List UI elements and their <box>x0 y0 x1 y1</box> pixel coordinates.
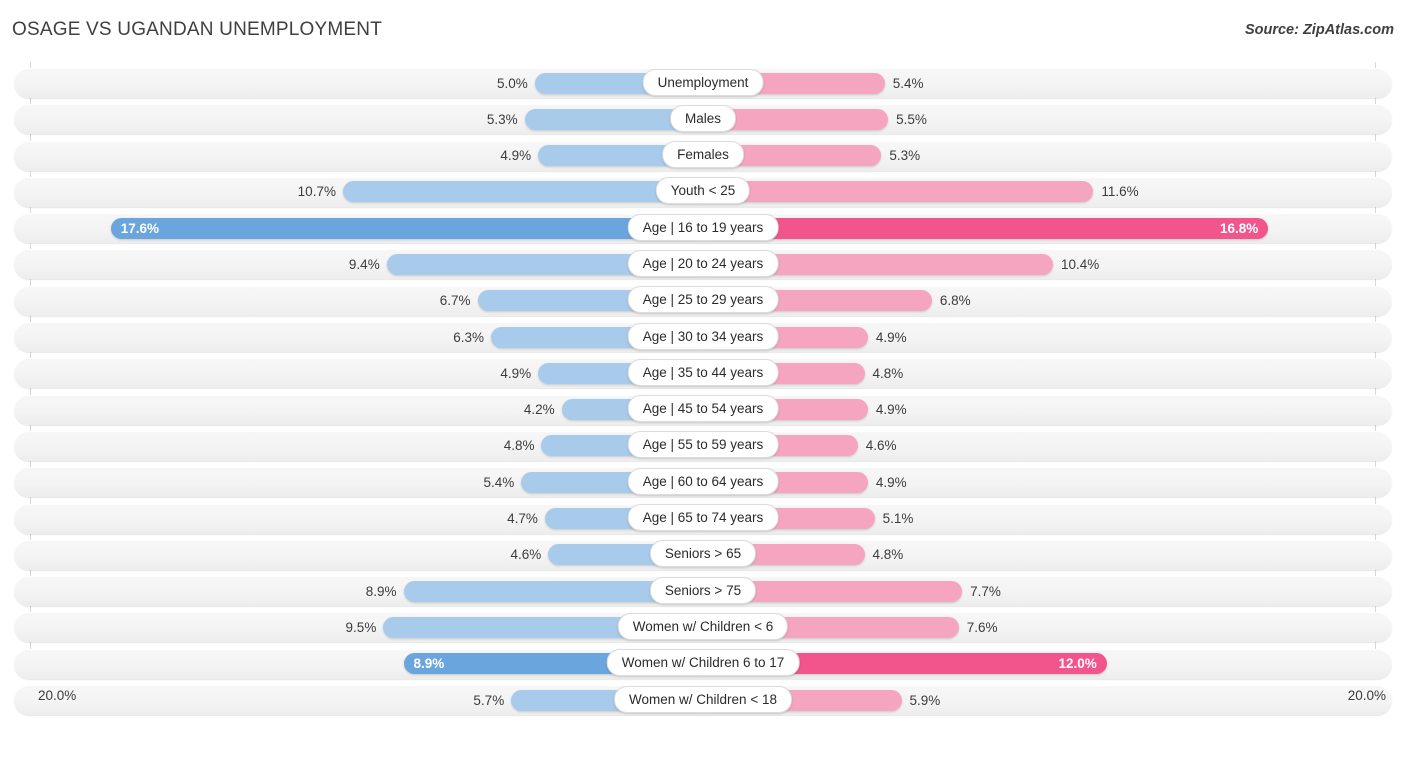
value-label-ugandan: 6.8% <box>939 293 971 309</box>
value-label-ugandan: 7.7% <box>970 583 1001 599</box>
bar-row: 4.7% 5.1% Age | 65 to 74 years <box>0 502 1406 538</box>
value-label-ugandan: 11.6% <box>1101 184 1139 200</box>
category-label: Age | 45 to 54 years <box>627 395 779 423</box>
plot-area: 5.0% 5.4% Unemployment 5.3% 5.5% Males 4.9% 5.3… <box>0 62 1406 717</box>
bar-row: 5.3% 5.5% Males <box>0 102 1406 138</box>
bar-osage <box>342 181 703 203</box>
bar-row: 4.8% 4.6% Age | 55 to 59 years <box>0 429 1406 465</box>
value-label-ugandan: 4.9% <box>875 474 907 490</box>
value-label-ugandan: 5.1% <box>882 511 914 527</box>
value-label-osage: 4.8% <box>503 438 535 454</box>
category-label: Males <box>669 104 737 132</box>
category-label: Women w/ Children < 6 <box>617 612 789 640</box>
value-label-ugandan: 16.8% <box>1220 220 1259 236</box>
value-label-ugandan: 4.9% <box>875 402 907 418</box>
value-label-ugandan: 4.8% <box>872 365 904 381</box>
value-label-osage: 4.9% <box>500 148 532 164</box>
value-label-osage: 9.5% <box>345 619 377 635</box>
bar-row: 4.6% 4.8% Seniors > 65 <box>0 538 1406 574</box>
category-label: Youth < 25 <box>655 177 751 205</box>
category-label: Age | 55 to 59 years <box>627 431 779 459</box>
value-label-osage: 4.2% <box>523 402 555 418</box>
bar-row: 6.7% 6.8% Age | 25 to 29 years <box>0 284 1406 320</box>
bar-row: 17.6% 16.8% Age | 16 to 19 years <box>0 211 1406 247</box>
value-label-ugandan: 7.6% <box>966 619 998 635</box>
value-label-osage: 8.9% <box>413 656 445 672</box>
value-label-osage: 9.4% <box>348 256 380 272</box>
category-label: Age | 20 to 24 years <box>627 249 779 277</box>
bar-rows: 5.0% 5.4% Unemployment 5.3% 5.5% Males 4.9% 5.3… <box>0 66 1406 719</box>
bar-row: 5.4% 4.9% Age | 60 to 64 years <box>0 465 1406 501</box>
value-label-ugandan: 12.0% <box>1058 656 1097 672</box>
bar-row: 8.9% 7.7% Seniors > 75 <box>0 574 1406 610</box>
bar-row: 9.4% 10.4% Age | 20 to 24 years <box>0 247 1406 283</box>
page-title: OSAGE VS UGANDAN UNEMPLOYMENT <box>12 19 383 40</box>
value-label-ugandan: 4.8% <box>872 547 904 563</box>
bar-ugandan <box>703 181 1094 203</box>
value-label-ugandan: 4.9% <box>875 329 907 345</box>
value-label-ugandan: 10.4% <box>1060 256 1100 272</box>
value-label-osage: 10.7% <box>297 184 336 200</box>
bar-ugandan <box>703 217 1269 239</box>
bar-row: 4.2% 4.9% Age | 45 to 54 years <box>0 393 1406 429</box>
value-label-ugandan: 5.5% <box>896 111 927 127</box>
value-label-osage: 8.9% <box>365 583 397 599</box>
value-label-osage: 4.6% <box>510 547 542 563</box>
category-label: Seniors > 75 <box>649 576 757 604</box>
category-label: Age | 25 to 29 years <box>627 286 779 314</box>
category-label: Females <box>662 141 744 169</box>
category-label: Age | 65 to 74 years <box>627 504 779 532</box>
category-label: Age | 30 to 34 years <box>627 322 779 350</box>
value-label-osage: 4.7% <box>507 511 538 527</box>
category-label: Women w/ Children 6 to 17 <box>606 649 800 677</box>
source-attribution: Source: ZipAtlas.com <box>1244 22 1394 38</box>
value-label-osage: 4.9% <box>500 365 532 381</box>
bar-row: 9.5% 7.6% Women w/ Children < 6 <box>0 610 1406 646</box>
value-label-osage: 5.0% <box>496 75 528 91</box>
bar-row: 6.3% 4.9% Age | 30 to 34 years <box>0 320 1406 356</box>
value-label-ugandan: 5.3% <box>889 148 921 164</box>
category-label: Age | 60 to 64 years <box>627 467 779 495</box>
value-label-ugandan: 4.6% <box>865 438 897 454</box>
category-label: Women w/ Children < 18 <box>614 685 792 713</box>
value-label-osage: 5.4% <box>483 474 515 490</box>
value-label-osage: 6.7% <box>439 293 471 309</box>
value-label-osage: 6.3% <box>453 329 485 345</box>
category-label: Unemployment <box>642 68 764 96</box>
value-label-osage: 17.6% <box>120 220 160 236</box>
value-label-osage: 5.3% <box>486 111 518 127</box>
bar-row: 5.0% 5.4% Unemployment <box>0 66 1406 102</box>
bar-row: 4.9% 5.3% Females <box>0 139 1406 175</box>
bar-row: 10.7% 11.6% Youth < 25 <box>0 175 1406 211</box>
category-label: Seniors > 65 <box>649 540 757 568</box>
category-label: Age | 16 to 19 years <box>627 213 779 241</box>
chart-container: OSAGE VS UGANDAN UNEMPLOYMENT Source: Zi… <box>0 0 1406 757</box>
category-label: Age | 35 to 44 years <box>627 358 779 386</box>
bar-row: 8.9% 12.0% Women w/ Children 6 to 17 <box>0 647 1406 683</box>
value-label-ugandan: 5.4% <box>892 75 924 91</box>
bar-osage <box>110 217 703 239</box>
bar-row: 4.9% 4.8% Age | 35 to 44 years <box>0 356 1406 392</box>
